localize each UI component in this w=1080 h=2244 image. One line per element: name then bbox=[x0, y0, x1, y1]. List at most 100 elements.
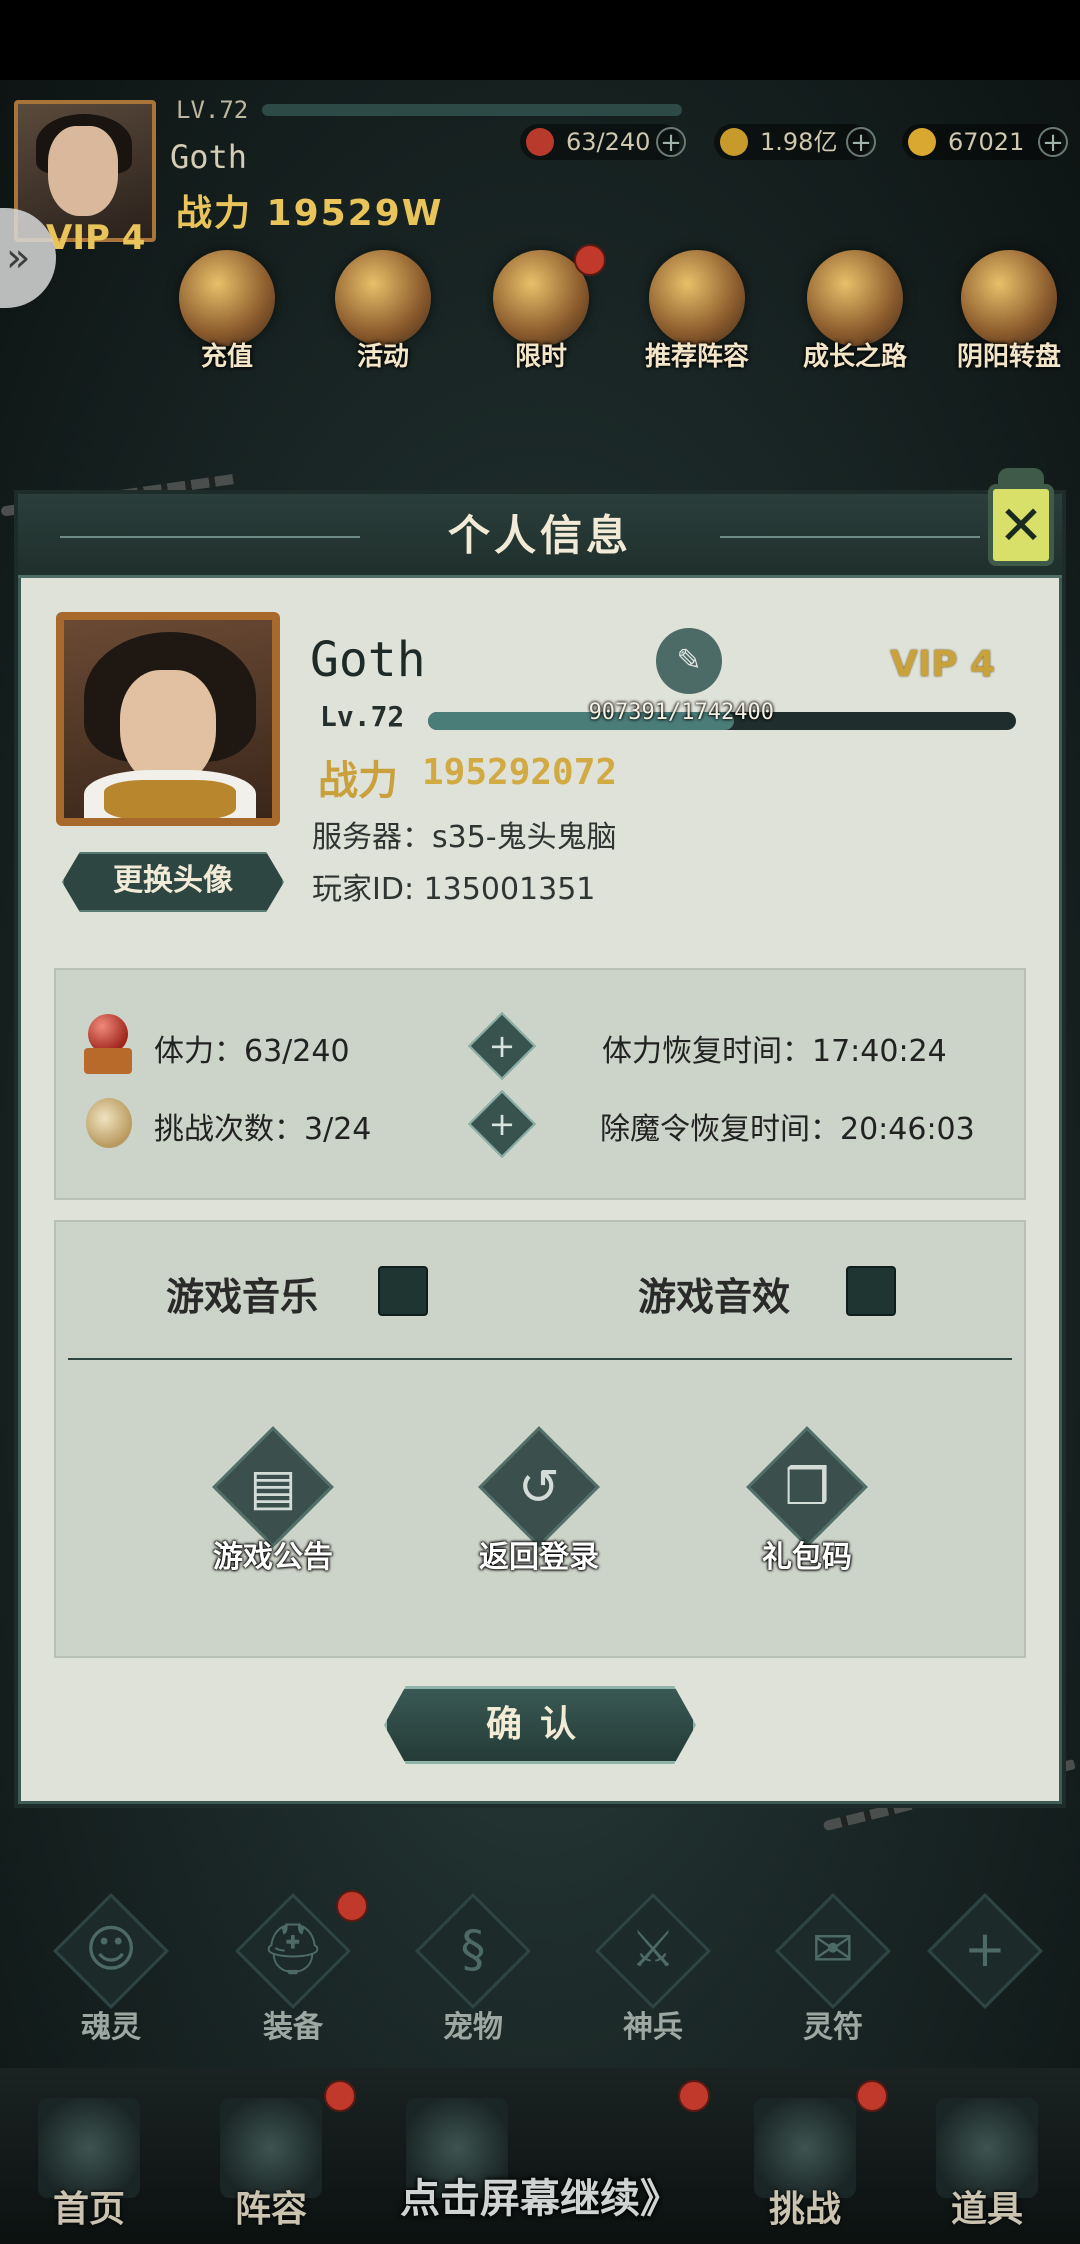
bottom-func-more[interactable]: + bbox=[920, 1893, 1050, 2050]
music-checkbox[interactable] bbox=[378, 1266, 428, 1316]
profile-vip-badge: VIP 4 bbox=[890, 644, 996, 685]
sword-icon: ⚔ bbox=[630, 1920, 676, 1978]
bottom-func-label: 灵符 bbox=[803, 2010, 863, 2045]
top-icon-growth[interactable]: 成长之路 bbox=[790, 250, 920, 390]
coin-icon bbox=[720, 128, 748, 156]
profile-level: Lv.72 bbox=[320, 700, 405, 733]
recommend-lineup-icon bbox=[649, 250, 745, 346]
exp-progress-text: 907391/1742400 bbox=[588, 700, 774, 725]
top-icon-label: 充值 bbox=[200, 342, 253, 372]
pencil-icon: ✎ bbox=[676, 643, 702, 678]
resource-ingots-value: 67021 bbox=[948, 128, 1025, 156]
gift-code-button[interactable]: ❒ 礼包码 bbox=[732, 1426, 882, 1590]
tap-to-continue-hint[interactable]: 点击屏幕继续》 bbox=[0, 2166, 1080, 2224]
power-value: 195292072 bbox=[422, 752, 618, 793]
hud-power: 战力 19529W bbox=[176, 193, 444, 234]
top-icon-label: 活动 bbox=[356, 342, 409, 372]
gourd-icon bbox=[84, 1092, 132, 1152]
top-icon-label: 成长之路 bbox=[802, 342, 907, 372]
game-notice-button[interactable]: ▤ 游戏公告 bbox=[198, 1426, 348, 1590]
top-icon-wheel[interactable]: 阴阳转盘 bbox=[944, 250, 1074, 390]
top-icon-label: 阴阳转盘 bbox=[956, 342, 1061, 372]
notification-dot bbox=[336, 1890, 368, 1922]
gift-code-label: 礼包码 bbox=[762, 1540, 852, 1575]
close-x-icon: ✕ bbox=[998, 494, 1044, 557]
bottom-func-pet[interactable]: § 宠物 bbox=[408, 1893, 538, 2050]
return-login-button[interactable]: ↺ 返回登录 bbox=[464, 1426, 614, 1590]
avatar-face bbox=[48, 126, 118, 216]
return-login-label: 返回登录 bbox=[479, 1540, 599, 1575]
power-label: 战力 bbox=[318, 758, 398, 804]
plus-icon: + bbox=[488, 1105, 516, 1143]
bottom-func-label: 宠物 bbox=[443, 2010, 503, 2045]
top-icon-label: 推荐阵容 bbox=[644, 342, 749, 372]
notification-dot bbox=[574, 244, 606, 276]
demon-token-recover-time: 除魔令恢复时间：20:46:03 bbox=[600, 1112, 975, 1147]
helmet-icon: ⛑ bbox=[261, 1920, 325, 1978]
top-icon-recharge[interactable]: 充值 bbox=[162, 250, 292, 390]
top-icon-recommend[interactable]: 推荐阵容 bbox=[632, 250, 762, 390]
plus-icon: + bbox=[488, 1027, 516, 1065]
edit-name-button[interactable]: ✎ bbox=[656, 628, 722, 694]
plus-icon: + bbox=[964, 1920, 1006, 1978]
player-id-info: 玩家ID: 135001351 bbox=[312, 872, 596, 907]
resource-stamina: 63/240 + bbox=[520, 124, 686, 160]
stamina-icon bbox=[526, 128, 554, 156]
game-notice-label: 游戏公告 bbox=[213, 1540, 333, 1575]
sfx-label: 游戏音效 bbox=[638, 1275, 791, 1319]
profile-name: Goth bbox=[310, 632, 426, 688]
resource-stamina-value: 63/240 bbox=[566, 128, 651, 156]
stamina-recover-time: 体力恢复时间：17:40:24 bbox=[602, 1034, 947, 1069]
notification-dot bbox=[856, 2080, 888, 2112]
recharge-icon bbox=[179, 250, 275, 346]
notification-dot bbox=[324, 2080, 356, 2112]
top-icon-label: 限时 bbox=[514, 342, 567, 372]
bottom-func-label: 神兵 bbox=[623, 2010, 683, 2045]
dialog-title: 个人信息 bbox=[447, 511, 632, 560]
bottom-func-equipment[interactable]: ⛑ 装备 bbox=[228, 1893, 358, 2050]
activity-icon bbox=[335, 250, 431, 346]
bottom-func-talisman[interactable]: ✉ 灵符 bbox=[768, 1893, 898, 2050]
sfx-checkbox[interactable] bbox=[846, 1266, 896, 1316]
stats-panel bbox=[54, 968, 1026, 1200]
close-button[interactable]: ✕ bbox=[978, 462, 1064, 582]
bottom-func-soul[interactable]: ☺ 魂灵 bbox=[46, 1893, 176, 2050]
stamina-orb-icon bbox=[84, 1014, 132, 1074]
document-stack-icon: ❒ bbox=[784, 1458, 830, 1516]
ingot-icon bbox=[908, 128, 936, 156]
add-stamina-icon[interactable]: + bbox=[656, 127, 686, 157]
stamina-stat: 体力：63/240 bbox=[154, 1034, 350, 1069]
challenge-count-stat: 挑战次数：3/24 bbox=[154, 1112, 372, 1147]
settings-divider bbox=[68, 1358, 1012, 1360]
hud-vip-badge[interactable]: VIP 4 bbox=[46, 218, 145, 258]
hud-player-name: Goth bbox=[170, 138, 248, 176]
refresh-arrow-icon: ↺ bbox=[518, 1458, 560, 1516]
change-avatar-button[interactable]: 更换头像 bbox=[62, 852, 284, 912]
bottom-func-label: 装备 bbox=[263, 2010, 323, 2045]
server-info: 服务器：s35-鬼头鬼脑 bbox=[312, 820, 617, 855]
person-icon: ☺ bbox=[84, 1920, 138, 1978]
avatar-face bbox=[120, 670, 216, 786]
double-chevron-right-icon: » bbox=[6, 235, 31, 281]
music-label: 游戏音乐 bbox=[166, 1275, 319, 1319]
hud-exp-bar bbox=[262, 104, 682, 116]
confirm-button[interactable]: 确认 bbox=[384, 1686, 696, 1764]
growth-path-icon bbox=[807, 250, 903, 346]
resource-ingots: 67021 + bbox=[902, 124, 1068, 160]
profile-avatar bbox=[56, 612, 280, 826]
bottom-func-weapon[interactable]: ⚔ 神兵 bbox=[588, 1893, 718, 2050]
avatar-collar bbox=[104, 780, 236, 818]
notification-dot bbox=[678, 2080, 710, 2112]
top-icon-activity[interactable]: 活动 bbox=[318, 250, 448, 390]
resource-coins-value: 1.98亿 bbox=[760, 128, 838, 156]
add-ingots-icon[interactable]: + bbox=[1038, 127, 1068, 157]
add-coins-icon[interactable]: + bbox=[846, 127, 876, 157]
status-bar-area bbox=[0, 0, 1080, 80]
notice-board-icon: ▤ bbox=[249, 1458, 297, 1516]
resource-coins: 1.98亿 + bbox=[714, 124, 876, 160]
scroll-icon: ✉ bbox=[812, 1920, 854, 1978]
hud-level: LV.72 bbox=[176, 96, 249, 124]
bottom-func-label: 魂灵 bbox=[81, 2010, 141, 2045]
yinyang-wheel-icon bbox=[961, 250, 1057, 346]
snake-icon: § bbox=[460, 1920, 486, 1978]
